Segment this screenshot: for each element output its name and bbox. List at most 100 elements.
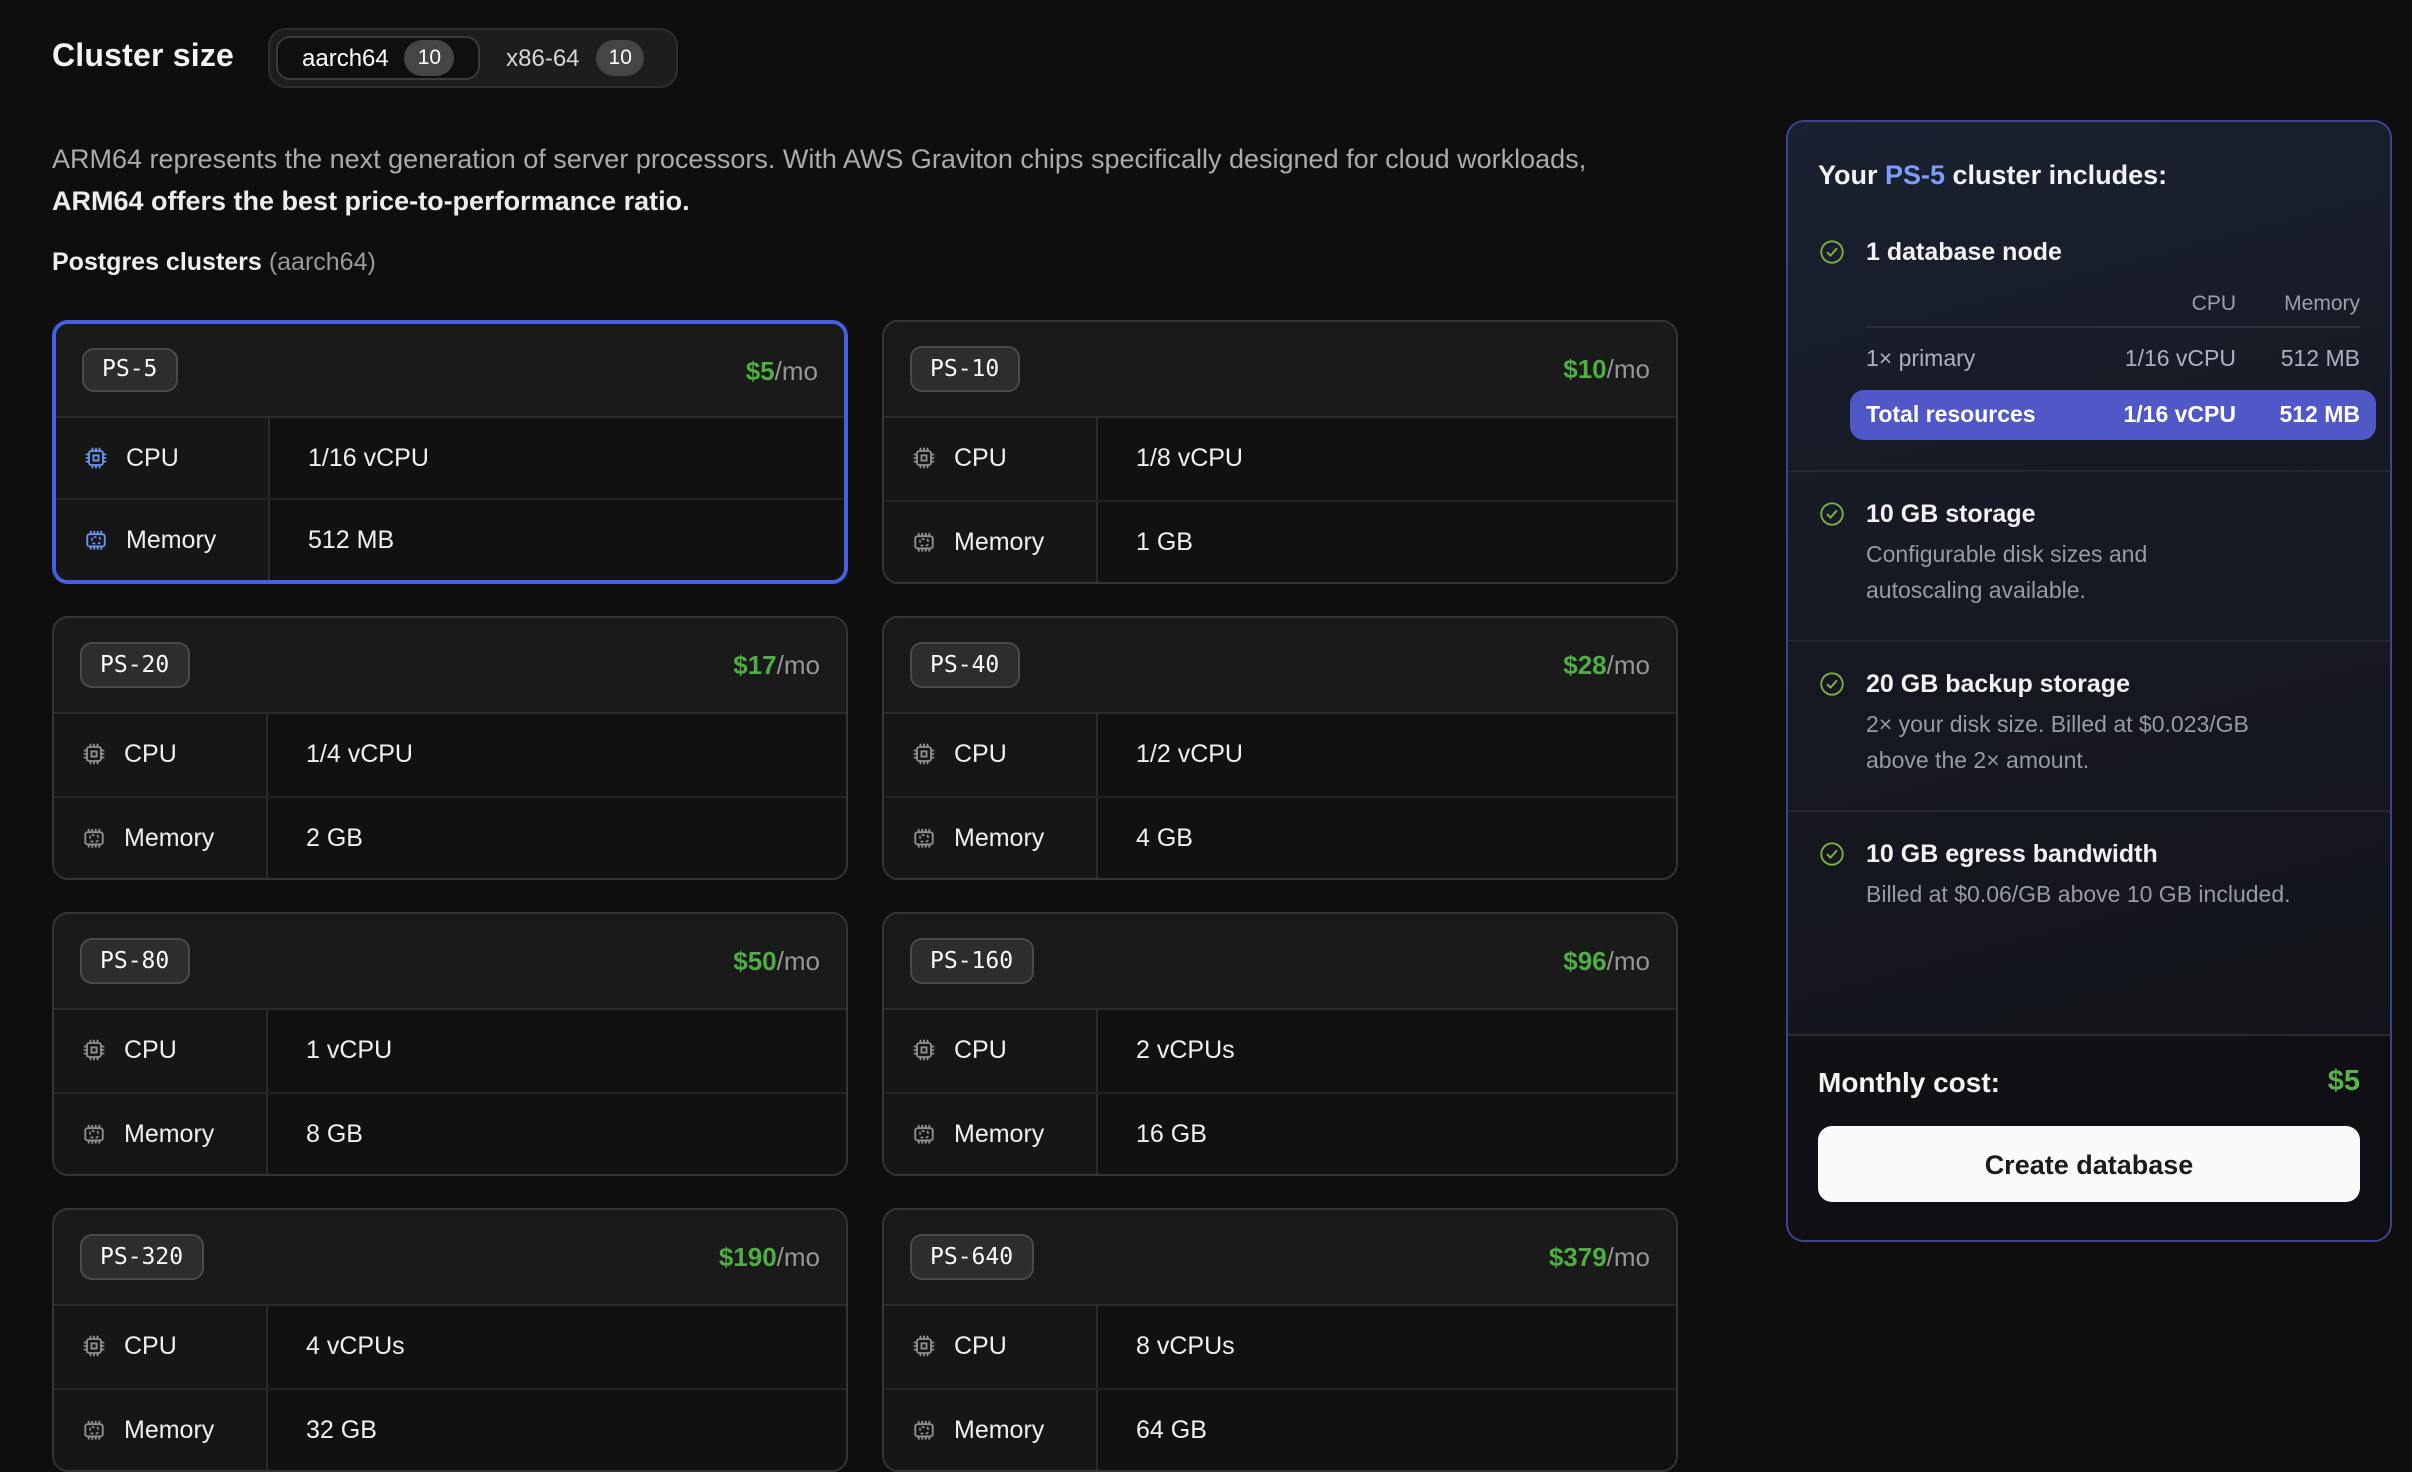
- cpu-icon: [80, 1037, 108, 1065]
- memory-label: Memory: [954, 528, 1044, 556]
- cpu-label: CPU: [954, 1037, 1007, 1065]
- cpu-value: 1 vCPU: [268, 1010, 392, 1091]
- feature-desc-line: 2× your disk size. Billed at $0.023/GB: [1866, 708, 2360, 744]
- price-amount: $379: [1549, 1242, 1607, 1272]
- cpu-icon: [910, 741, 938, 769]
- card-header: PS-20 $17/mo: [54, 618, 846, 714]
- memory-icon: [910, 528, 938, 556]
- cluster-summary-panel: Your PS-5 cluster includes: 1 database n…: [1786, 120, 2392, 1242]
- feature-title: 10 GB storage: [1866, 500, 2036, 528]
- card-header: PS-80 $50/mo: [54, 914, 846, 1010]
- primary-name: 1× primary: [1866, 348, 2080, 372]
- cpu-icon: [82, 444, 110, 472]
- cluster-price: $17/mo: [733, 650, 820, 680]
- feature-title: 10 GB egress bandwidth: [1866, 840, 2158, 868]
- tab-aarch64-count-badge: 10: [405, 41, 454, 76]
- total-memory: 512 MB: [2236, 403, 2360, 427]
- arm64-description-bold: ARM64 offers the best price-to-performan…: [52, 186, 690, 216]
- price-period: /mo: [1607, 650, 1650, 680]
- memory-icon: [80, 1120, 108, 1148]
- tab-aarch64[interactable]: aarch64 10: [276, 36, 480, 80]
- feature-desc: Configurable disk sizes andautoscaling a…: [1866, 538, 2360, 610]
- cluster-card-ps-640[interactable]: PS-640 $379/mo CPU 8 vCPUs: [882, 1208, 1678, 1472]
- cpu-value: 1/16 vCPU: [270, 418, 429, 498]
- tab-x86-64-label: x86-64: [506, 44, 579, 72]
- cpu-icon: [910, 1333, 938, 1361]
- database-node-item: 1 database node: [1788, 190, 2390, 266]
- monthly-cost-label: Monthly cost:: [1818, 1066, 2000, 1098]
- monthly-cost-row: Monthly cost: $5: [1818, 1066, 2360, 1098]
- memory-row: Memory 8 GB: [54, 1093, 846, 1174]
- memory-value: 32 GB: [268, 1389, 377, 1470]
- memory-row: Memory 4 GB: [884, 797, 1676, 878]
- panel-title-cluster-name: PS-5: [1885, 160, 1945, 190]
- cpu-value: 2 vCPUs: [1098, 1010, 1235, 1091]
- cluster-name-badge: PS-40: [910, 643, 1019, 688]
- price-amount: $5: [746, 355, 775, 385]
- memory-label: Memory: [124, 824, 214, 852]
- cpu-label: CPU: [954, 741, 1007, 769]
- memory-value: 512 MB: [270, 500, 394, 580]
- cluster-card-ps-80[interactable]: PS-80 $50/mo CPU 1 vCPU: [52, 912, 848, 1176]
- cluster-price: $28/mo: [1563, 650, 1650, 680]
- feature-desc-line: Billed at $0.06/GB above 10 GB included.: [1866, 878, 2360, 914]
- card-header: PS-640 $379/mo: [884, 1210, 1676, 1306]
- primary-cpu: 1/16 vCPU: [2080, 348, 2236, 372]
- page-title: Cluster size: [52, 40, 234, 76]
- cpu-row: CPU 1/4 vCPU: [54, 714, 846, 797]
- feature-item-0: 10 GB storage Configurable disk sizes an…: [1788, 472, 2390, 610]
- cluster-card-ps-5[interactable]: PS-5 $5/mo CPU 1/16 vCPU: [52, 320, 848, 584]
- create-database-button[interactable]: Create database: [1818, 1126, 2360, 1202]
- cluster-card-ps-20[interactable]: PS-20 $17/mo CPU 1/4 vCPU: [52, 616, 848, 880]
- cluster-name-badge: PS-5: [82, 348, 177, 393]
- check-circle-icon: [1818, 238, 1846, 266]
- cluster-card-ps-10[interactable]: PS-10 $10/mo CPU 1/8 vCPU: [882, 320, 1678, 584]
- price-period: /mo: [1607, 1242, 1650, 1272]
- cluster-card-ps-320[interactable]: PS-320 $190/mo CPU 4 vCPUs: [52, 1208, 848, 1472]
- memory-icon: [910, 1416, 938, 1444]
- feature-desc-line: Configurable disk sizes and: [1866, 538, 2360, 574]
- price-period: /mo: [775, 355, 818, 385]
- price-amount: $96: [1563, 946, 1606, 976]
- feature-list: 10 GB storage Configurable disk sizes an…: [1788, 472, 2390, 914]
- cluster-price: $96/mo: [1563, 946, 1650, 976]
- cpu-value: 1/4 vCPU: [268, 714, 413, 795]
- tab-x86-64-count-badge: 10: [596, 41, 645, 76]
- memory-value: 8 GB: [268, 1093, 363, 1174]
- cpu-icon: [910, 1037, 938, 1065]
- memory-row: Memory 16 GB: [884, 1093, 1676, 1174]
- memory-icon: [80, 1416, 108, 1444]
- memory-icon: [910, 824, 938, 852]
- price-period: /mo: [1607, 354, 1650, 384]
- panel-footer: Monthly cost: $5 Create database: [1788, 1034, 2390, 1240]
- memory-label: Memory: [124, 1416, 214, 1444]
- resources-row-primary: 1× primary 1/16 vCPU 512 MB: [1866, 334, 2360, 386]
- tab-aarch64-label: aarch64: [302, 44, 389, 72]
- memory-value: 4 GB: [1098, 797, 1193, 878]
- cluster-price: $10/mo: [1563, 354, 1650, 384]
- memory-value: 16 GB: [1098, 1093, 1207, 1174]
- arm64-description-normal: ARM64 represents the next generation of …: [52, 143, 1586, 173]
- price-period: /mo: [777, 1242, 820, 1272]
- cpu-label: CPU: [126, 444, 179, 472]
- memory-label: Memory: [954, 824, 1044, 852]
- cluster-size-page: Cluster size aarch64 10 x86-64 10 ARM64 …: [0, 0, 2412, 1456]
- cluster-name-badge: PS-640: [910, 1235, 1033, 1280]
- memory-row: Memory 512 MB: [56, 500, 844, 580]
- panel-title-prefix: Your: [1818, 160, 1885, 190]
- resources-row-total: Total resources 1/16 vCPU 512 MB: [1850, 390, 2376, 440]
- memory-icon: [80, 824, 108, 852]
- cpu-row: CPU 4 vCPUs: [54, 1306, 846, 1389]
- total-name: Total resources: [1866, 403, 2080, 427]
- cpu-value: 4 vCPUs: [268, 1306, 405, 1387]
- tab-x86-64[interactable]: x86-64 10: [480, 36, 671, 80]
- memory-row: Memory 2 GB: [54, 797, 846, 878]
- card-header: PS-40 $28/mo: [884, 618, 1676, 714]
- cpu-value: 1/8 vCPU: [1098, 418, 1243, 499]
- cluster-card-ps-160[interactable]: PS-160 $96/mo CPU 2 vCPUs: [882, 912, 1678, 1176]
- cpu-row: CPU 1 vCPU: [54, 1010, 846, 1093]
- price-amount: $190: [719, 1242, 777, 1272]
- resources-table: CPU Memory 1× primary 1/16 vCPU 512 MB T…: [1866, 286, 2360, 440]
- cluster-name-badge: PS-320: [80, 1235, 203, 1280]
- cluster-card-ps-40[interactable]: PS-40 $28/mo CPU 1/2 vCPU: [882, 616, 1678, 880]
